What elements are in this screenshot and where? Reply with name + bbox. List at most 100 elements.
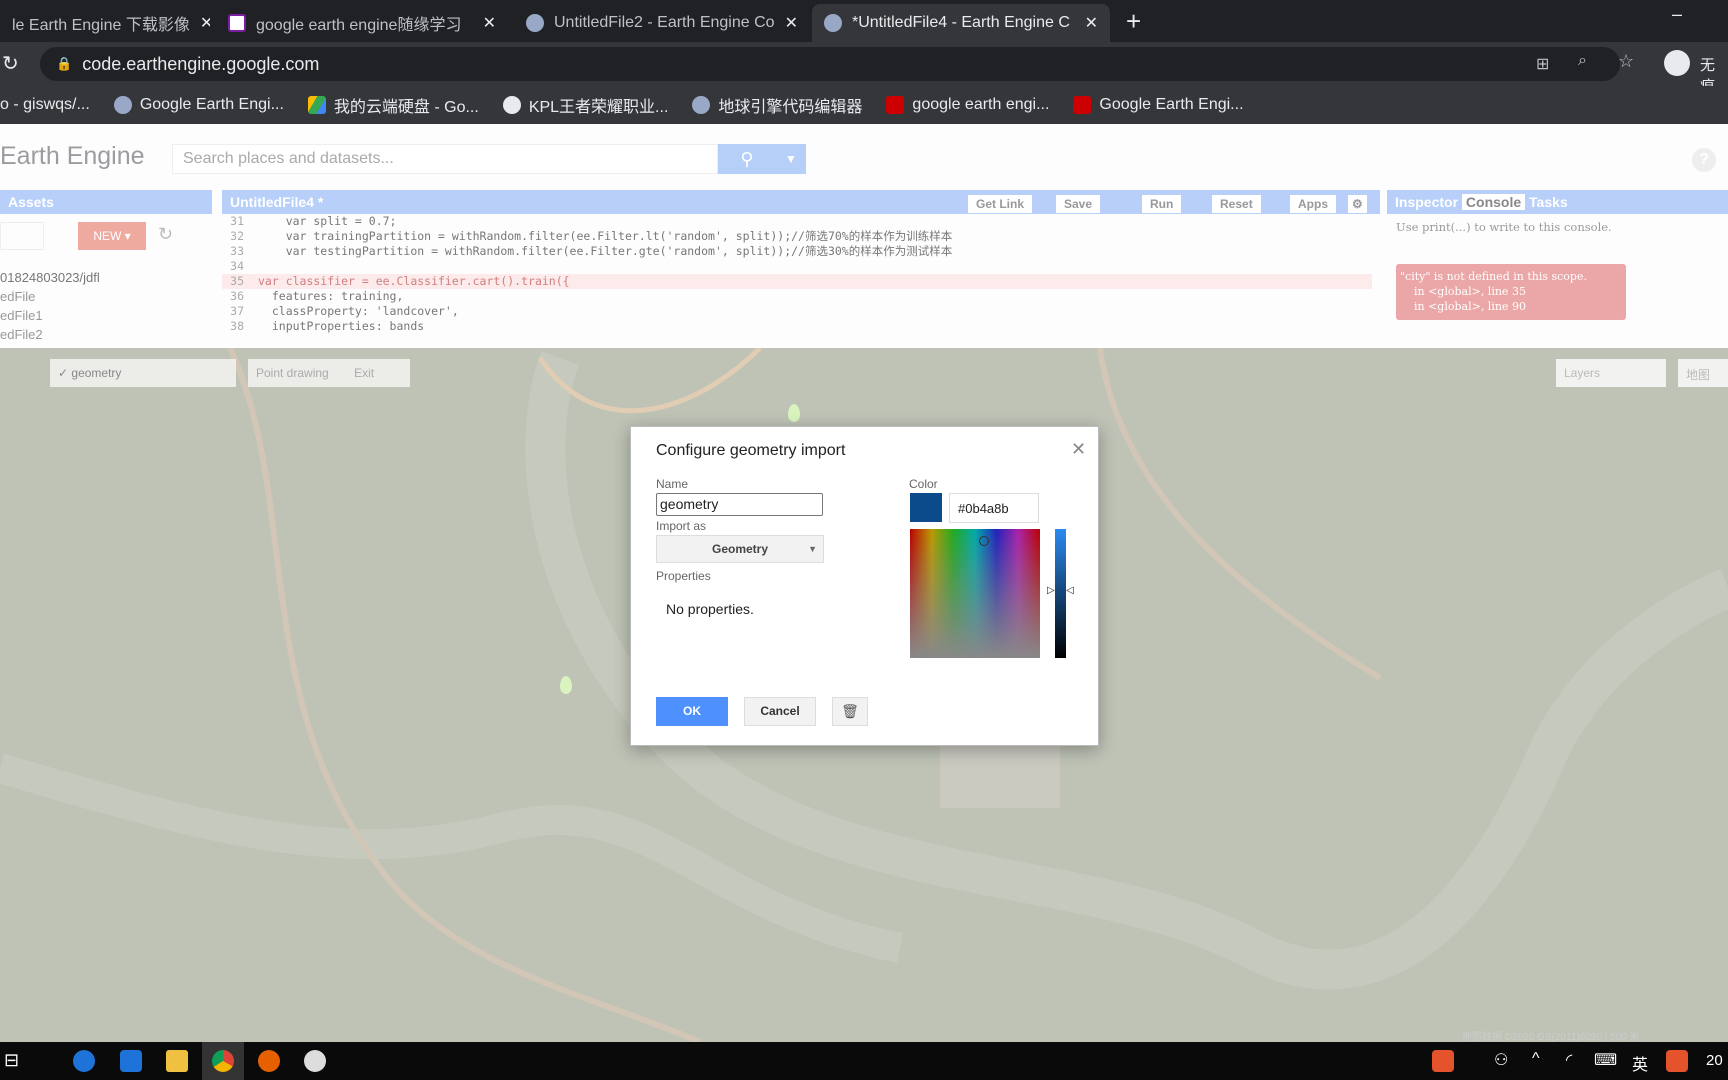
earth-engine-app: Earth Engine Search places and datasets.… — [0, 124, 1728, 1042]
sogou-tray-icon[interactable] — [1666, 1050, 1688, 1072]
no-properties-text: No properties. — [666, 601, 754, 617]
color-hex-input[interactable]: #0b4a8b — [949, 493, 1039, 523]
color-picker-handle[interactable] — [979, 536, 989, 546]
geometry-layer-toggle[interactable]: ✓ geometry — [50, 359, 236, 387]
import-as-select[interactable]: Geometry ▼ — [656, 535, 824, 563]
wifi-icon[interactable]: ◜ — [1566, 1050, 1572, 1070]
bookmarks-bar: o - giswqs/... Google Earth Engi... 我的云端… — [0, 86, 1728, 124]
sogou-icon[interactable] — [1432, 1050, 1454, 1072]
delete-trash-icon[interactable]: 🗑 — [832, 697, 868, 726]
task-view-icon[interactable]: ⊟ — [4, 1050, 19, 1071]
close-tab-icon[interactable]: ✕ — [1085, 13, 1098, 33]
address-bar-row: ↻ 🔒code.earthengine.google.com ⊞ ⌕ ☆ 无痕 — [0, 42, 1728, 95]
app-icon[interactable] — [304, 1050, 326, 1072]
color-picker-field[interactable] — [910, 529, 1040, 658]
ee-favicon-icon — [113, 96, 132, 114]
tab-tasks[interactable]: Tasks — [1529, 194, 1568, 210]
editor-header: UntitledFile4 * Get Link Save Run Reset … — [222, 190, 1380, 214]
browser-tab[interactable]: google earth engine随缘学习 ✕ — [216, 4, 508, 42]
tab-bar: le Earth Engine 下载影像 ✕ google earth engin… — [0, 0, 1728, 42]
bookmark[interactable]: 我的云端硬盘 - Go... — [307, 93, 479, 117]
bookmark[interactable]: KPL王者荣耀职业... — [502, 93, 668, 117]
map-type-button[interactable]: 地图 — [1678, 359, 1728, 387]
browser-tab[interactable]: UntitledFile2 - Earth Engine Co ✕ — [514, 4, 810, 42]
browser-tab[interactable]: le Earth Engine 下载影像 ✕ — [0, 4, 210, 42]
close-icon[interactable]: ✕ — [1071, 439, 1086, 460]
reload-icon[interactable]: ↻ — [2, 51, 19, 76]
chrome-taskbar-active[interactable] — [202, 1042, 244, 1080]
people-icon[interactable]: ⚇ — [1494, 1050, 1508, 1070]
search-dropdown[interactable]: ▼ — [776, 144, 806, 174]
clock[interactable]: 20 — [1706, 1052, 1723, 1069]
asset-item[interactable]: edFile1 — [0, 308, 43, 323]
bookmark[interactable]: o - giswqs/... — [0, 96, 90, 114]
tab-assets[interactable]: Assets — [0, 190, 212, 214]
url-field[interactable]: 🔒 code.earthengine.google.com — [40, 47, 1620, 81]
import-as-label: Import as — [656, 519, 707, 533]
ee-favicon-icon — [692, 96, 711, 114]
help-icon[interactable]: ? — [1692, 148, 1716, 172]
close-tab-icon[interactable]: ✕ — [200, 13, 210, 33]
slider-handle-right-icon[interactable]: ◁ — [1066, 585, 1074, 596]
code-line-error: 35 var classifier = ee.Classifier.cart().… — [222, 274, 1372, 289]
run-button[interactable]: Run — [1142, 195, 1182, 213]
brightness-slider[interactable] — [1055, 529, 1066, 658]
asset-item[interactable]: edFile2 — [0, 327, 43, 342]
firefox-icon[interactable] — [258, 1050, 280, 1072]
layers-button[interactable]: Layers — [1556, 359, 1666, 387]
code-editor[interactable]: 31 var split = 0.7; 32 var trainingParti… — [222, 214, 1372, 344]
csdn-icon — [886, 96, 905, 114]
bookmark[interactable]: 地球引擎代码编辑器 — [692, 93, 862, 117]
apps-button[interactable]: Apps — [1290, 195, 1336, 213]
ok-button[interactable]: OK — [656, 697, 728, 726]
close-tab-icon[interactable]: ✕ — [483, 13, 496, 33]
keyboard-icon[interactable]: ⌨ — [1594, 1050, 1617, 1070]
asset-folder[interactable]: 01824803023/jdfl — [0, 270, 100, 285]
code-line: 36 features: training, — [230, 289, 404, 303]
right-panel-tabs: Inspector Console Tasks — [1387, 190, 1728, 214]
save-button[interactable]: Save — [1056, 195, 1101, 213]
ee-header: Earth Engine Search places and datasets.… — [0, 124, 1728, 190]
settings-gear-icon[interactable]: ⚙ — [1348, 195, 1367, 213]
dialog-title: Configure geometry import — [656, 442, 846, 459]
slider-handle-left-icon[interactable]: ▷ — [1047, 585, 1055, 596]
drive-icon — [307, 96, 326, 114]
get-link-button[interactable]: Get Link — [968, 195, 1033, 213]
csdn-icon — [1073, 96, 1092, 114]
configure-geometry-dialog: Configure geometry import ✕ Name geometr… — [630, 426, 1099, 746]
bookmark[interactable]: Google Earth Engi... — [1073, 96, 1244, 114]
assets-filter-input[interactable] — [0, 222, 44, 250]
new-tab-button[interactable]: + — [1126, 6, 1141, 37]
color-swatch[interactable] — [910, 493, 942, 522]
console-hint: Use print(...) to write to this console. — [1396, 220, 1612, 234]
new-button[interactable]: NEW ▾ — [78, 222, 146, 250]
refresh-icon[interactable]: ↻ — [158, 224, 173, 245]
incognito-icon[interactable] — [1664, 50, 1690, 76]
baidu-browser-icon[interactable] — [73, 1050, 95, 1072]
file-title: UntitledFile4 * — [230, 194, 324, 210]
close-tab-icon[interactable]: ✕ — [785, 13, 798, 33]
translate-icon[interactable]: ⊞ — [1536, 54, 1549, 74]
file-explorer-icon[interactable] — [166, 1050, 188, 1072]
bookmark[interactable]: Google Earth Engi... — [113, 96, 284, 114]
tab-inspector[interactable]: Inspector — [1395, 194, 1458, 210]
code-line: 37 classProperty: 'landcover', — [230, 304, 459, 318]
cancel-button[interactable]: Cancel — [744, 697, 816, 726]
edge-icon[interactable] — [120, 1050, 142, 1072]
tab-console[interactable]: Console — [1461, 194, 1526, 210]
name-input[interactable]: geometry — [656, 493, 823, 516]
bookmark[interactable]: google earth engi... — [886, 96, 1049, 114]
exit-drawing-button[interactable]: Exit — [354, 366, 374, 380]
browser-tab-active[interactable]: *UntitledFile4 - Earth Engine C ✕ — [812, 4, 1110, 42]
star-icon[interactable]: ☆ — [1618, 51, 1634, 72]
asset-item[interactable]: edFile — [0, 289, 35, 304]
zoom-icon[interactable]: ⌕ — [1578, 52, 1587, 70]
name-label: Name — [656, 477, 689, 491]
search-button[interactable]: ⚲ — [718, 144, 776, 174]
reset-button[interactable]: Reset — [1212, 195, 1261, 213]
code-line: 32 var trainingPartition = withRandom.fi… — [230, 229, 953, 243]
minimize-button[interactable]: – — [1672, 4, 1682, 25]
tray-chevron-icon[interactable]: ^ — [1532, 1050, 1540, 1068]
ime-indicator[interactable]: 英 — [1632, 1051, 1648, 1075]
search-input[interactable]: Search places and datasets... — [172, 144, 718, 174]
